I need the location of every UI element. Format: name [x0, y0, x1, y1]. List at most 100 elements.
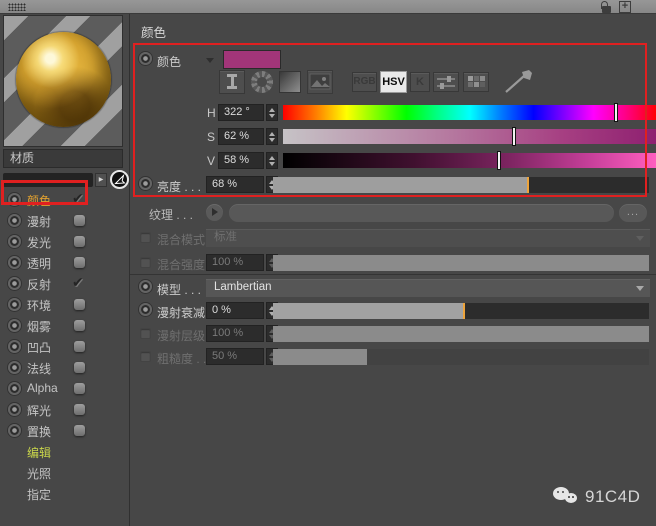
color-wheel-button[interactable]	[251, 71, 273, 93]
radio-icon[interactable]	[8, 403, 21, 416]
mix-strength-slider[interactable]	[273, 255, 649, 271]
channel-row-displacement[interactable]: 置换 ✔	[0, 420, 128, 441]
checkbox[interactable]	[74, 257, 85, 268]
diffuse-level-input[interactable]: 100 %	[206, 325, 264, 342]
hue-stepper[interactable]	[266, 104, 278, 121]
checkbox[interactable]	[140, 351, 151, 362]
slider-handle[interactable]	[614, 103, 619, 122]
radio-icon[interactable]	[8, 382, 21, 395]
mode-item-edit[interactable]: 编辑	[0, 441, 128, 462]
radio-icon[interactable]	[8, 298, 21, 311]
checkbox[interactable]	[74, 425, 85, 436]
channel-row-color[interactable]: 颜色 ✔	[0, 189, 128, 210]
radio-icon[interactable]	[139, 303, 152, 316]
value-input[interactable]: 58 %	[218, 152, 264, 169]
checkmark-icon[interactable]: ✔	[72, 190, 84, 207]
channel-row-transparency[interactable]: 透明 ✔	[0, 252, 128, 273]
channel-row-bump[interactable]: 凹凸 ✔	[0, 336, 128, 357]
value-stepper[interactable]	[266, 152, 278, 169]
radio-icon[interactable]	[8, 361, 21, 374]
channel-row-luminance[interactable]: 发光 ✔	[0, 231, 128, 252]
checkmark-icon[interactable]: ✔	[72, 274, 84, 291]
unlock-icon[interactable]	[601, 1, 612, 13]
hue-input[interactable]: 322 °	[218, 104, 264, 121]
checkbox[interactable]	[140, 328, 151, 339]
grip-icon[interactable]	[8, 3, 26, 11]
checkbox[interactable]	[74, 341, 85, 352]
compact-picker-button[interactable]	[219, 70, 245, 94]
pick-cursor-button[interactable]	[110, 170, 129, 189]
mixer-mode-button[interactable]	[433, 72, 459, 92]
expand-arrow-button[interactable]: ▶	[95, 173, 107, 187]
channel-row-environment[interactable]: 环境 ✔	[0, 294, 128, 315]
channel-row-alpha[interactable]: Alpha ✔	[0, 378, 128, 399]
texture-field[interactable]	[229, 204, 614, 222]
model-dropdown[interactable]: Lambertian	[206, 279, 650, 297]
channel-row-reflectance[interactable]: 反射 ✔	[0, 273, 128, 294]
saturation-slider[interactable]	[283, 127, 656, 146]
rgb-mode-button[interactable]: RGB	[352, 72, 377, 92]
radio-icon[interactable]	[8, 319, 21, 332]
saturation-input[interactable]: 62 %	[218, 128, 264, 145]
radio-icon[interactable]	[8, 193, 21, 206]
radio-icon[interactable]	[8, 277, 21, 290]
model-row: 模型 . . . Lambertian	[130, 278, 656, 298]
checkbox[interactable]	[74, 320, 85, 331]
caret-down-icon[interactable]	[206, 58, 214, 63]
radio-icon[interactable]	[8, 424, 21, 437]
eyedropper-icon[interactable]	[502, 69, 536, 95]
channel-row-diffusion[interactable]: 漫射 ✔	[0, 210, 128, 231]
checkbox[interactable]	[74, 383, 85, 394]
material-name-field[interactable]: 材质	[3, 149, 123, 168]
compact-picker-icon	[220, 71, 244, 93]
checkbox[interactable]	[140, 232, 151, 243]
slider-handle[interactable]	[496, 151, 501, 170]
radio-icon[interactable]	[8, 340, 21, 353]
diffuse-falloff-slider[interactable]	[273, 303, 649, 319]
radio-icon[interactable]	[8, 214, 21, 227]
channel-row-glow[interactable]: 辉光 ✔	[0, 399, 128, 420]
swatches-mode-button[interactable]	[463, 72, 489, 92]
checkbox[interactable]	[74, 299, 85, 310]
value-slider[interactable]	[283, 151, 656, 170]
saturation-stepper[interactable]	[266, 128, 278, 145]
diffuse-level-slider[interactable]	[273, 326, 649, 342]
checkbox[interactable]	[74, 404, 85, 415]
texture-expand-button[interactable]	[206, 204, 223, 221]
image-picker-button[interactable]	[307, 70, 333, 94]
checkbox[interactable]	[74, 236, 85, 247]
hue-slider[interactable]	[283, 103, 656, 122]
color-swatch[interactable]	[223, 50, 281, 69]
channel-row-fog[interactable]: 烟雾 ✔	[0, 315, 128, 336]
k-mode-button[interactable]: K	[410, 72, 430, 92]
channel-list: 颜色 ✔ 漫射 ✔ 发光 ✔ 透明 ✔	[0, 189, 128, 504]
mix-mode-dropdown[interactable]: 标准	[206, 229, 650, 247]
mode-item-assign[interactable]: 指定	[0, 483, 128, 504]
channel-row-normal[interactable]: 法线 ✔	[0, 357, 128, 378]
brightness-input[interactable]: 68 %	[206, 176, 264, 193]
diffuse-falloff-input[interactable]: 0 %	[206, 302, 264, 319]
radio-icon[interactable]	[8, 256, 21, 269]
material-preview[interactable]	[3, 15, 123, 147]
roughness-input[interactable]: 50 %	[206, 348, 264, 365]
hsv-mode-button[interactable]: HSV	[380, 71, 407, 93]
divider	[130, 274, 656, 275]
checkbox[interactable]	[74, 215, 85, 226]
add-icon[interactable]: +	[619, 1, 631, 13]
spectrum-button[interactable]	[279, 71, 301, 93]
checkbox[interactable]	[74, 362, 85, 373]
radio-icon[interactable]	[139, 177, 152, 190]
cursor-arrow-icon	[114, 173, 126, 185]
slider-handle[interactable]	[511, 127, 516, 146]
mix-strength-input[interactable]: 100 %	[206, 254, 264, 271]
checkbox[interactable]	[140, 257, 151, 268]
radio-icon[interactable]	[139, 52, 152, 65]
brightness-slider[interactable]	[273, 177, 649, 193]
radio-icon[interactable]	[8, 235, 21, 248]
mode-item-illumination[interactable]: 光照	[0, 462, 128, 483]
texture-browse-button[interactable]: ...	[619, 204, 647, 222]
play-icon	[212, 208, 218, 216]
slider-marker	[526, 177, 529, 193]
radio-icon[interactable]	[139, 280, 152, 293]
roughness-slider[interactable]	[273, 349, 649, 365]
